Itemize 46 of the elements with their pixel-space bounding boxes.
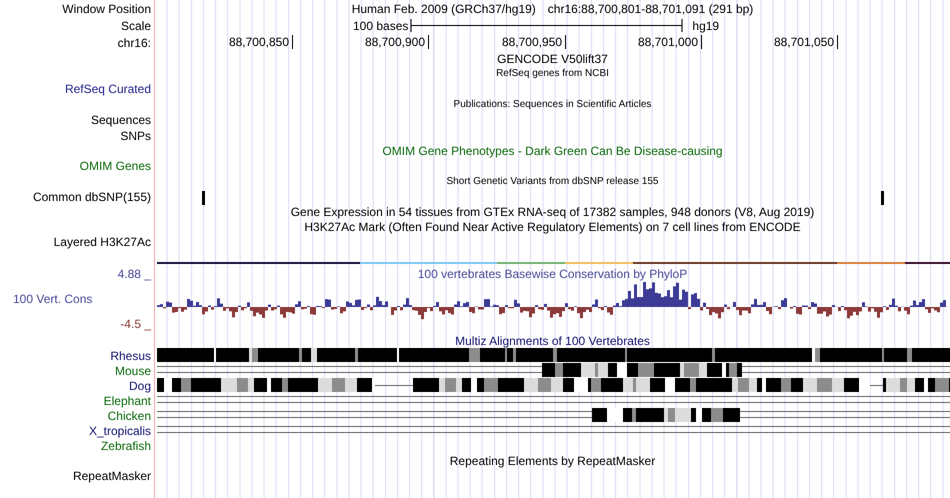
track-label: OMIM Genes [80,159,151,174]
track-title: Repeating Elements by RepeatMasker [450,454,656,468]
track-title: RefSeq genes from NCBI [496,66,609,81]
variant-mark [881,190,884,204]
track-label: 100 Vert. Cons [12,292,94,306]
tick-label: 88,700,900 [364,35,425,49]
track-label: SNPs [120,128,151,143]
tick-mark [428,35,429,49]
axis-min-label: -4.5 _ [119,317,152,331]
species-label: Chicken [108,408,151,422]
species-label: Zebrafish [100,438,151,452]
tick-label: 88,700,950 [502,35,562,49]
species-label: Rhesus [110,348,151,362]
track-label: RepeatMasker [72,468,151,483]
tick-mark [565,35,566,49]
track-label: Common dbSNP(155) [32,190,151,204]
species-label: X_tropicalis [88,424,151,438]
track-label: Scale [120,18,151,32]
track-title: Publications: Sequences in Scientific Articles [454,98,652,112]
species-label: Dog [128,378,151,392]
position-text: chr16:88,700,801-88,701,091 (291 bp) [548,2,754,16]
track-title: Short Genetic Variants from dbSNP release 155 [446,174,658,189]
track-title: Multiz Alignments of 100 Vertebrates [455,334,650,348]
species-label: Elephant [104,394,151,408]
track-label: chr16: [118,36,151,50]
track-label: Layered H3K27Ac [54,235,151,250]
tick-mark [837,35,838,49]
track-label: Sequences [90,113,151,128]
tick-mark [292,35,293,49]
track-title: Gene Expression in 54 tissues from GTEx RNA-seq of 17382 samples, 948 donors (V8, Aug 2019) [290,205,814,219]
tick-label: 88,701,050 [774,35,834,49]
assembly-label: hg19 [692,18,720,32]
track-title: OMIM Gene Phenotypes - Dark Green Can Be Disease-causing [382,144,723,158]
scale-label: 100 bases [353,18,408,32]
track-title: 100 vertebrates Basewise Conservation by PhyloP [418,267,688,281]
track-title: H3K27Ac Mark (Often Found Near Active Regulatory Elements) on 7 cell lines from ENCODE [304,220,801,234]
tick-mark [701,35,702,49]
axis-max-label: 4.88 _ [116,267,152,281]
tick-label: 88,701,000 [638,35,698,49]
variant-mark [202,190,205,204]
track-title: GENCODE V50lift37 [497,52,608,66]
assembly-title: Human Feb. 2009 (GRCh37/hg19) [352,2,536,16]
track-label: RefSeq Curated [64,82,151,96]
species-label: Mouse [114,364,151,378]
tick-label: 88,700,850 [228,35,289,49]
track-label: Window Position [62,2,151,16]
